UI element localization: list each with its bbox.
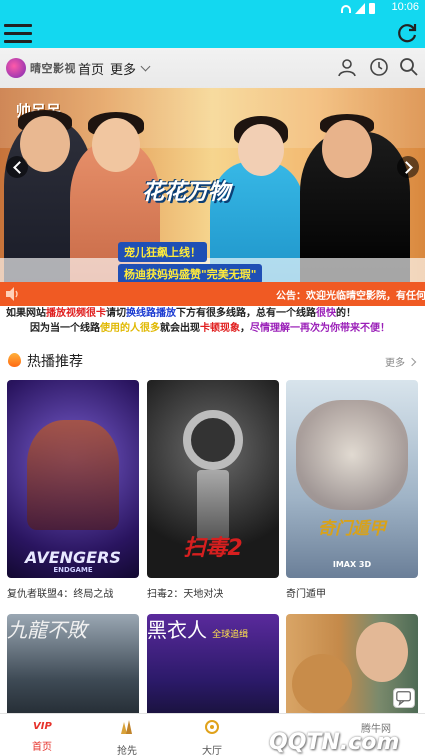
vip-icon: VIP xyxy=(33,721,52,732)
status-bar: 10:06 xyxy=(0,0,425,18)
tab-label: 首页 xyxy=(32,742,52,753)
status-icons xyxy=(341,3,375,14)
section-title: 热播推荐 xyxy=(27,354,83,370)
wifi-icon xyxy=(341,5,351,13)
section-more-label: 更多 xyxy=(385,358,405,369)
poster-title-text: 黑衣人 xyxy=(147,618,207,642)
site-logo[interactable]: 晴空影视 xyxy=(6,58,76,78)
tab-hall[interactable]: 大厅 xyxy=(182,714,242,756)
announcement-bar: 公告：欢迎光临晴空影院，有任何 xyxy=(0,282,425,306)
tip-segment: 如果网站 xyxy=(6,308,46,319)
tip-segment: 尽情理解一再次为你带来不便！ xyxy=(250,323,390,334)
tab-label: 抢先 xyxy=(117,746,137,756)
tip-segment: 播放视频很卡 xyxy=(46,308,106,319)
section-header: 热播推荐 更多 xyxy=(0,342,425,376)
history-icon[interactable] xyxy=(369,57,389,77)
watermark-logo: QQTN.com xyxy=(269,730,400,755)
chevron-right-icon xyxy=(407,357,417,366)
site-nav: 晴空影视 首页 更多 xyxy=(0,48,425,88)
film-icon xyxy=(121,720,132,734)
announcement-text: 公告：欢迎光临晴空影院，有任何 xyxy=(276,291,425,302)
tip-line-1: 如果网站播放视频很卡请切换线路播放下方有很多线路，总有一个线路很快的！ xyxy=(6,307,356,321)
movie-poster: 扫毒2 xyxy=(147,380,279,578)
battery-icon xyxy=(369,3,375,14)
movie-title: 复仇者联盟4：终局之战 xyxy=(7,589,114,600)
tip-segment: 因为当一个线路 xyxy=(30,323,100,334)
carousel-next-button[interactable] xyxy=(397,156,419,178)
nav-home-link[interactable]: 首页 xyxy=(78,59,104,78)
tip-line-2: 因为当一个线路使用的人很多就会出现卡顿现象，尽情理解一再次为你带来不便！ xyxy=(30,322,390,336)
tab-preview[interactable]: 抢先 xyxy=(97,714,157,756)
user-icon[interactable] xyxy=(337,57,357,77)
tip-segment: 很快 xyxy=(316,308,336,319)
poster-title-text: 奇门遁甲 xyxy=(318,519,386,539)
fire-icon xyxy=(8,353,21,367)
movie-poster: 黑衣人 全球追缉 xyxy=(147,614,279,724)
app-toolbar xyxy=(0,18,425,48)
logo-icon xyxy=(6,58,26,78)
movie-poster: 奇门遁甲 IMAX 3D xyxy=(286,380,418,578)
carousel-prev-button[interactable] xyxy=(6,156,28,178)
tab-home[interactable]: VIP 首页 xyxy=(12,714,72,756)
speaker-icon xyxy=(6,287,18,301)
banner-title: 花花万物 xyxy=(142,180,231,205)
movie-card[interactable]: 九龍不敗 xyxy=(7,614,139,724)
tip-segment: 卡顿现象 xyxy=(200,323,240,334)
banner-caption-line1: 宠儿狂飙上线！ xyxy=(118,242,207,262)
poster-title-text: AVENGERS xyxy=(25,548,121,567)
movie-poster: AVENGERS ENDGAME xyxy=(7,380,139,578)
nav-more-dropdown[interactable]: 更多 xyxy=(110,59,151,78)
movie-poster: 九龍不敗 xyxy=(7,614,139,724)
banner-caption: 宠儿狂飙上线！ 杨迪获妈妈盛赞"完美无瑕" xyxy=(118,240,263,284)
search-icon[interactable] xyxy=(399,57,419,77)
tip-segment: 下方有很多线路，总有一个线路 xyxy=(176,308,316,319)
chat-icon xyxy=(396,691,411,706)
poster-title-text: 九龍不敗 xyxy=(7,618,87,642)
poster-title-text: 扫毒2 xyxy=(183,536,243,561)
tab-label: 大厅 xyxy=(202,746,222,756)
status-time: 10:06 xyxy=(391,1,419,13)
movie-title: 奇门遁甲 xyxy=(286,589,326,600)
poster-subtitle-text: IMAX 3D xyxy=(332,560,372,569)
poster-subtitle-text: 全球追缉 xyxy=(212,630,249,640)
movie-card[interactable]: 扫毒2 扫毒2：天地对决 xyxy=(147,380,279,600)
poster-subtitle-text: ENDGAME xyxy=(53,566,93,574)
tip-segment: ， xyxy=(240,323,250,334)
movie-card[interactable]: 奇门遁甲 IMAX 3D 奇门遁甲 xyxy=(286,380,418,600)
logo-text: 晴空影视 xyxy=(30,62,76,75)
tip-segment: 就会出现 xyxy=(160,323,200,334)
hall-icon xyxy=(205,720,219,734)
chevron-down-icon xyxy=(140,61,151,72)
chat-float-button[interactable] xyxy=(393,688,415,708)
movie-title: 扫毒2：天地对决 xyxy=(147,589,224,600)
section-more-link[interactable]: 更多 xyxy=(385,354,417,369)
tip-segment: 换线路播放 xyxy=(126,308,176,319)
site-watermark: 腾牛网 QQTN.com xyxy=(249,716,419,756)
playback-tips: 如果网站播放视频很卡请切换线路播放下方有很多线路，总有一个线路很快的！ 因为当一… xyxy=(0,307,425,339)
tip-segment: 请切 xyxy=(106,308,126,319)
signal-icon xyxy=(355,3,365,14)
tip-segment: 使用的人很多 xyxy=(100,323,160,334)
nav-more-label: 更多 xyxy=(110,63,137,78)
movie-card[interactable]: AVENGERS ENDGAME 复仇者联盟4：终局之战 xyxy=(7,380,139,600)
menu-icon[interactable] xyxy=(4,24,32,44)
banner-caption-line2: 杨迪获妈妈盛赞"完美无瑕" xyxy=(118,264,263,284)
movie-card[interactable]: 黑衣人 全球追缉 xyxy=(147,614,279,724)
refresh-icon[interactable] xyxy=(395,21,419,45)
tip-segment: 的！ xyxy=(336,308,356,319)
